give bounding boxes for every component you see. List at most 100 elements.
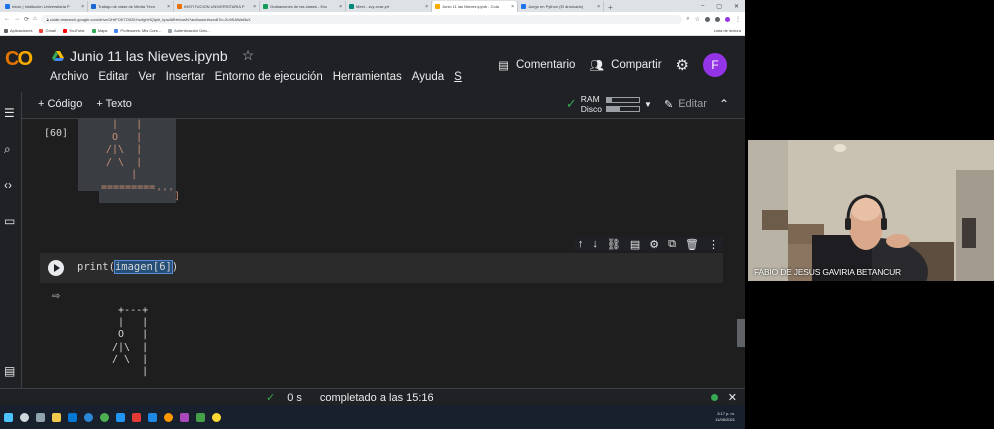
move-up-icon[interactable]: ↑	[578, 238, 584, 250]
code-cell[interactable]: ↑ ↓ ⛓ ▤ ⚙ ⧉ 🗑︎ ⋮ print(imagen[6])	[40, 237, 723, 283]
browser-tab[interactable]: Junio 11 las Nieves.ipynb - Cola ×	[432, 1, 518, 12]
close-tab-icon[interactable]: ×	[81, 4, 84, 10]
close-icon[interactable]: ✕	[728, 391, 737, 404]
word-icon[interactable]	[148, 412, 157, 422]
star-icon[interactable]: ☆	[695, 16, 700, 23]
run-cell-button[interactable]	[48, 260, 64, 276]
menu-icon[interactable]: ⋮	[735, 16, 741, 23]
maximize-icon[interactable]: ▢	[716, 3, 722, 10]
avatar[interactable]: F	[703, 53, 727, 77]
colab-header: CO Junio 11 las Nieves.ipynb ☆ Archivo Ed…	[0, 36, 745, 92]
extension-icon[interactable]	[725, 16, 730, 22]
browser-tab[interactable]: INSTITUCION UNIVERSITARIA P ×	[174, 1, 260, 12]
menu-item[interactable]: S	[454, 71, 462, 83]
file-explorer-icon[interactable]	[52, 412, 61, 422]
close-tab-icon[interactable]: ×	[511, 4, 514, 10]
excel-icon[interactable]	[196, 412, 205, 422]
toc-icon[interactable]: ☰	[4, 106, 15, 120]
edge-icon[interactable]	[84, 412, 93, 422]
bracket: ]	[174, 191, 181, 202]
extension-icon[interactable]	[715, 16, 720, 22]
gear-icon[interactable]: ⚙	[676, 56, 689, 74]
menu-item[interactable]: Ver	[138, 71, 155, 83]
share-button[interactable]: 👥︎ Compartir	[589, 58, 661, 72]
folder-icon[interactable]: ▭	[4, 214, 15, 228]
menu-item[interactable]: Herramientas	[333, 71, 402, 83]
favicon-icon	[349, 4, 354, 9]
extension-icon[interactable]	[705, 16, 710, 22]
search-icon[interactable]: ⌕	[4, 142, 11, 157]
url-field[interactable]: 🔒︎ colab.research.google.com/drive/1HrFO…	[40, 14, 683, 24]
dropdown-icon[interactable]: ▼	[644, 100, 652, 109]
close-window-icon[interactable]: ✕	[734, 3, 739, 10]
mail-icon[interactable]	[68, 412, 77, 422]
favicon-icon	[263, 4, 268, 9]
browser-tab[interactable]: Inicio | Institución Universitaria P ×	[2, 1, 88, 12]
add-code-button[interactable]: + Código	[38, 98, 82, 110]
chrome-icon[interactable]	[100, 412, 109, 422]
new-tab-button[interactable]: +	[604, 3, 617, 12]
forward-icon[interactable]: →	[14, 16, 20, 22]
home-icon[interactable]: ⌂	[33, 16, 37, 22]
bookmark-item[interactable]: Aplicaciones	[4, 28, 32, 33]
bookmark-item[interactable]: Autenticación Únic...	[168, 28, 211, 33]
browser-tab[interactable]: Trabajo de clase de Media Técn ×	[88, 1, 174, 12]
string-close: '''	[156, 187, 175, 198]
back-icon[interactable]: ←	[4, 16, 10, 22]
edit-button[interactable]: ✎ Editar	[664, 98, 707, 111]
app-icon[interactable]	[212, 412, 221, 422]
search-icon[interactable]: ⌕	[686, 16, 689, 23]
reading-list[interactable]: Lista de lectura	[714, 28, 741, 33]
notebook-title[interactable]: Junio 11 las Nieves.ipynb	[70, 48, 228, 64]
app-icon[interactable]	[180, 412, 189, 422]
previous-cell-output: [60] | | O | /|\ | / \ | | ========= '''…	[23, 119, 723, 241]
star-icon[interactable]: ☆	[242, 47, 255, 64]
chevron-up-icon[interactable]: ⌃	[719, 97, 729, 111]
participant-video	[748, 140, 994, 281]
add-text-button[interactable]: + Texto	[96, 98, 132, 110]
trash-icon[interactable]: 🗑︎	[685, 238, 699, 251]
terminal-icon[interactable]: ▤	[4, 364, 15, 378]
scrollbar[interactable]	[737, 319, 745, 347]
close-tab-icon[interactable]: ×	[253, 4, 256, 10]
more-icon[interactable]: ⋮	[708, 238, 719, 251]
close-tab-icon[interactable]: ×	[425, 4, 428, 10]
gear-icon[interactable]: ⚙	[649, 238, 659, 251]
comment-button[interactable]: ▤ Comentario	[498, 58, 575, 72]
menu-item[interactable]: Editar	[98, 71, 128, 83]
browser-tab[interactable]: Juego en Python (El ahorcado) ×	[518, 1, 604, 12]
windows-start-icon[interactable]	[4, 412, 13, 422]
bookmark-item[interactable]: Maps	[91, 28, 107, 33]
mirror-icon[interactable]: ⧉	[668, 238, 676, 251]
close-tab-icon[interactable]: ×	[339, 4, 342, 10]
task-view-icon[interactable]	[36, 412, 45, 422]
menu-item[interactable]: Archivo	[50, 71, 88, 83]
bookmark-item[interactable]: Gmail	[39, 28, 56, 33]
tab-bar: Inicio | Institución Universitaria P × Tra…	[0, 0, 745, 12]
link-icon[interactable]: ⛓	[607, 238, 621, 251]
menu-item[interactable]: Insertar	[166, 71, 205, 83]
bookmark-item[interactable]: Profesores: Mis Curs...	[114, 28, 161, 33]
reload-icon[interactable]: ⟳	[24, 16, 29, 23]
output-icon[interactable]: ⇨	[52, 291, 60, 302]
browser-tab[interactable]: Meet - zcy-xvar-yrt ×	[346, 1, 432, 12]
code-snippets-icon[interactable]: ‹›	[4, 178, 12, 192]
code-editor[interactable]: print(imagen[6])	[77, 260, 178, 274]
menu-item[interactable]: Entorno de ejecución	[215, 71, 323, 83]
search-icon[interactable]	[20, 412, 29, 422]
menu-item[interactable]: Ayuda	[412, 71, 444, 83]
comment-icon[interactable]: ▤	[630, 238, 640, 251]
minimize-icon[interactable]: –	[701, 3, 704, 10]
bookmark-item[interactable]: YouTube	[62, 28, 85, 33]
taskbar-clock[interactable]: 3:17 p. m. 11/06/2021	[715, 411, 735, 423]
resources-indicator[interactable]: ✓ RAM Disco ▼	[566, 94, 652, 114]
close-tab-icon[interactable]: ×	[597, 4, 600, 10]
colab-logo[interactable]: CO	[5, 48, 33, 71]
bookmark-favicon-icon	[62, 28, 67, 33]
close-tab-icon[interactable]: ×	[167, 4, 170, 10]
browser-tab[interactable]: Grabaciones de las clases - Exc ×	[260, 1, 346, 12]
app-icon[interactable]	[132, 412, 141, 422]
app-icon[interactable]	[164, 412, 173, 422]
move-down-icon[interactable]: ↓	[592, 238, 598, 250]
store-icon[interactable]	[116, 412, 125, 422]
